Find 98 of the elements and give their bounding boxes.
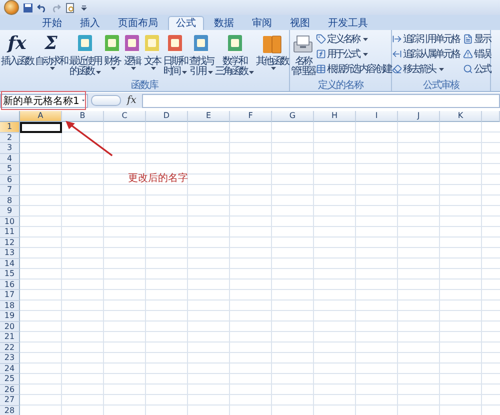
formula-input-field[interactable]	[142, 94, 500, 108]
row-header[interactable]: 5	[0, 164, 20, 174]
column-header[interactable]	[482, 111, 500, 122]
eraser-icon	[392, 64, 402, 74]
arrow-left-icon	[392, 49, 402, 59]
ribbon-small-button[interactable]: 错误	[463, 47, 490, 61]
ribbon-tab[interactable]: 视图	[282, 16, 318, 30]
ribbon-button[interactable]: 数学和 三角函数	[214, 32, 255, 77]
ribbon-tab[interactable]: 开始	[34, 16, 70, 30]
function-icon	[316, 49, 326, 59]
card-file-icon	[292, 34, 314, 54]
row-header[interactable]: 20	[0, 322, 20, 332]
ribbon-small-button[interactable]: 追踪从属单元格	[392, 47, 459, 61]
row-header[interactable]: 12	[0, 238, 20, 248]
annotation-text: 更改后的名字	[128, 172, 188, 185]
ribbon-button[interactable]: fx 插入函数	[0, 32, 34, 67]
row-header[interactable]: 11	[0, 227, 20, 238]
ribbon-tab[interactable]: 开发工具	[320, 16, 376, 30]
group-label: 函数库	[130, 80, 160, 91]
row-header[interactable]: 7	[0, 185, 20, 196]
column-header[interactable]: K	[440, 111, 482, 122]
ribbon-small-button[interactable]: 移去箭头	[392, 62, 459, 76]
column-header[interactable]: F	[230, 111, 272, 122]
search-icon	[463, 64, 473, 74]
row-header[interactable]: 22	[0, 342, 20, 353]
column-header[interactable]: G	[272, 111, 314, 122]
ribbon-button[interactable]: 文本	[142, 32, 162, 70]
customize-caret-icon[interactable]	[79, 2, 89, 12]
ribbon-tab[interactable]: 审阅	[244, 16, 280, 30]
function-glyph-icon: Σ	[44, 33, 58, 55]
ribbon-tab[interactable]: 数据	[206, 16, 242, 30]
undo-icon[interactable]	[37, 2, 47, 12]
select-all-corner[interactable]	[0, 111, 20, 122]
name-box[interactable]: 新的单元格名称1	[0, 94, 88, 108]
row-header[interactable]: 23	[0, 353, 20, 364]
ribbon-button[interactable]: 逻辑	[122, 32, 142, 70]
row-header[interactable]: 26	[0, 384, 20, 395]
ribbon-small-button[interactable]: 追踪引用单元格	[392, 32, 459, 46]
active-cell[interactable]	[20, 122, 62, 132]
ribbon-button[interactable]: 最近使用 的函数	[68, 32, 102, 77]
warning-icon	[463, 49, 473, 59]
redo-icon[interactable]	[51, 2, 61, 12]
row-header[interactable]: 6	[0, 174, 20, 185]
column-header[interactable]: H	[314, 111, 356, 122]
column-header[interactable]: C	[104, 111, 146, 122]
ribbon-button[interactable]: Σ 自动求和	[34, 32, 68, 70]
document-icon	[463, 34, 473, 44]
row-header[interactable]: 2	[0, 132, 20, 143]
ribbon-small-button[interactable]: 根据所选内容创建	[316, 62, 391, 76]
ribbon-button[interactable]: 名称 管理器	[290, 32, 316, 77]
ribbon-tab[interactable]: 公式	[168, 16, 204, 30]
print-preview-icon[interactable]	[65, 2, 75, 12]
caret-icon	[82, 99, 85, 102]
row-header[interactable]: 15	[0, 269, 20, 280]
row-header[interactable]: 4	[0, 154, 20, 164]
row-header[interactable]: 8	[0, 196, 20, 206]
column-header[interactable]: J	[398, 111, 440, 122]
row-header[interactable]: 25	[0, 374, 20, 384]
table-icon	[316, 64, 326, 74]
column-header[interactable]: A	[20, 111, 62, 122]
ribbon-tab[interactable]: 插入	[72, 16, 108, 30]
row-header[interactable]: 14	[0, 258, 20, 269]
row-header[interactable]: 19	[0, 311, 20, 322]
column-header[interactable]: E	[188, 111, 230, 122]
row-header[interactable]: 3	[0, 143, 20, 154]
row-header[interactable]: 16	[0, 280, 20, 290]
group-label: 定义的名称	[317, 80, 364, 91]
row-header[interactable]: 21	[0, 332, 20, 342]
group-label: 公式审核	[422, 80, 460, 91]
ribbon-button[interactable]: 其他函数	[255, 32, 289, 70]
ribbon-button[interactable]: 日期和 时间	[162, 32, 188, 77]
column-header[interactable]: I	[356, 111, 398, 122]
ribbon-button[interactable]: 财务	[102, 32, 122, 70]
office-button[interactable]	[4, 0, 19, 15]
formula-bar-handle[interactable]	[91, 95, 121, 106]
ribbon-small-button[interactable]: 用于公式	[316, 47, 391, 61]
insert-function-button[interactable]: fx	[124, 95, 140, 106]
ribbon-tab[interactable]: 页面布局	[110, 16, 166, 30]
column-header[interactable]: D	[146, 111, 188, 122]
row-header[interactable]: 1	[0, 122, 20, 132]
row-header[interactable]: 18	[0, 300, 20, 311]
row-header[interactable]: 9	[0, 206, 20, 216]
arrow-right-icon	[392, 34, 402, 44]
ribbon-small-button[interactable]: 定义名称	[316, 32, 391, 46]
cell-grid[interactable]	[20, 122, 500, 415]
row-header[interactable]: 24	[0, 364, 20, 374]
row-header[interactable]: 13	[0, 248, 20, 258]
annotation-arrow	[66, 120, 113, 156]
row-header[interactable]: 27	[0, 395, 20, 406]
ribbon-small-button[interactable]: 显示	[463, 32, 490, 46]
column-header[interactable]: B	[62, 111, 104, 122]
ribbon-button[interactable]: 查找与 引用	[188, 32, 214, 77]
row-header[interactable]: 10	[0, 216, 20, 227]
save-icon[interactable]	[23, 2, 33, 12]
ribbon-small-button[interactable]: 公式	[463, 62, 490, 76]
tag-icon	[316, 34, 326, 44]
row-header[interactable]: 17	[0, 290, 20, 300]
function-glyph-icon: fx	[8, 33, 26, 55]
